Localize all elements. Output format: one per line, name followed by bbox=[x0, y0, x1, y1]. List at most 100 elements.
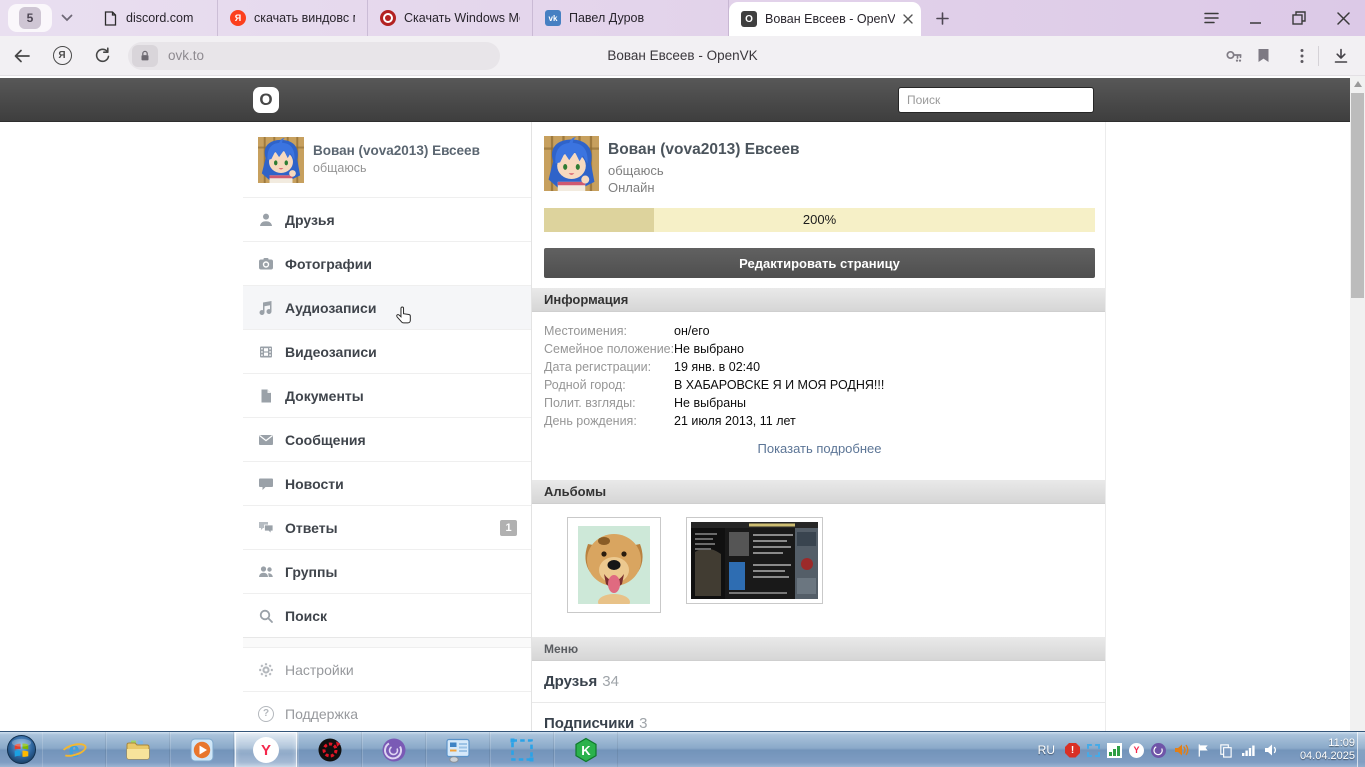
bittorrent-tray-icon[interactable] bbox=[1151, 743, 1166, 758]
new-tab-button[interactable] bbox=[927, 3, 957, 33]
kaspersky-icon: K bbox=[573, 737, 599, 763]
close-tab-icon[interactable] bbox=[903, 14, 913, 24]
yandex-icon: Я bbox=[230, 10, 246, 26]
minimize-button[interactable] bbox=[1233, 0, 1277, 36]
tab-discord[interactable]: discord.com bbox=[90, 0, 218, 36]
tab-openvk-active[interactable]: O Вован Евсеев - OpenVK bbox=[729, 2, 921, 36]
taskbar-internet-explorer[interactable]: e bbox=[42, 732, 106, 767]
sidebar-item-photos[interactable]: Фотографии bbox=[243, 241, 531, 285]
browser-address-bar: Я ovk.to Вован Евсеев - OpenVK bbox=[0, 36, 1365, 76]
taskbar-display-settings[interactable] bbox=[426, 732, 490, 767]
media-player-icon bbox=[189, 737, 215, 763]
tab-title: Вован Евсеев - OpenVK bbox=[765, 12, 895, 26]
sidebar-item-support[interactable]: ? Поддержка bbox=[243, 691, 531, 731]
sidebar-profile[interactable]: Вован (vova2013) Евсеев общаюсь bbox=[243, 122, 531, 197]
profile-avatar[interactable] bbox=[544, 136, 599, 191]
sidebar-item-answers[interactable]: Ответы 1 bbox=[243, 505, 531, 549]
movie-site-icon bbox=[380, 10, 396, 26]
refresh-button[interactable] bbox=[84, 38, 120, 74]
sidebar-item-search[interactable]: Поиск bbox=[243, 593, 531, 637]
restore-button[interactable] bbox=[1277, 0, 1321, 36]
document-icon bbox=[258, 388, 274, 404]
password-manager-icon[interactable] bbox=[1225, 48, 1243, 64]
taskbar-kaspersky[interactable]: K bbox=[554, 732, 618, 767]
tab-title: скачать виндовс муви ме bbox=[254, 11, 355, 25]
chevron-down-icon[interactable] bbox=[54, 4, 80, 32]
camera-icon bbox=[258, 256, 274, 272]
action-center-flag-icon[interactable] bbox=[1196, 743, 1211, 758]
downloads-icon[interactable] bbox=[1333, 48, 1349, 64]
tab-title: Скачать Windows Movie M bbox=[404, 11, 520, 25]
tab-title: Павел Дуров bbox=[569, 11, 644, 25]
scroll-up-arrow[interactable] bbox=[1350, 76, 1365, 92]
bookmark-icon[interactable] bbox=[1257, 48, 1270, 63]
search-icon bbox=[258, 608, 274, 624]
sidebar-item-messages[interactable]: Сообщения bbox=[243, 417, 531, 461]
red-gear-icon bbox=[317, 737, 343, 763]
scrollbar-thumb[interactable] bbox=[1351, 93, 1364, 298]
taskbar-media-player[interactable] bbox=[170, 732, 234, 767]
url-field[interactable]: ovk.to bbox=[128, 42, 500, 70]
openvk-logo[interactable]: O bbox=[253, 87, 279, 113]
friends-row[interactable]: Друзья34 bbox=[532, 661, 1106, 703]
avatar[interactable] bbox=[258, 137, 304, 183]
sidebar-item-news[interactable]: Новости bbox=[243, 461, 531, 505]
sidebar-item-settings[interactable]: Настройки bbox=[243, 647, 531, 691]
language-indicator[interactable]: RU bbox=[1038, 743, 1055, 757]
more-options-icon[interactable] bbox=[1300, 48, 1304, 64]
followers-link: Подписчики bbox=[544, 715, 634, 731]
sidebar-item-friends[interactable]: Друзья bbox=[243, 197, 531, 241]
film-icon bbox=[258, 344, 274, 360]
yandex-tray-icon[interactable]: Y bbox=[1129, 743, 1144, 758]
profile-name: Вован (vova2013) Евсеев bbox=[608, 141, 800, 159]
person-icon bbox=[258, 212, 274, 228]
people-icon bbox=[258, 564, 274, 580]
taskbar-bittorrent[interactable] bbox=[362, 732, 426, 767]
sidebar-item-videos[interactable]: Видеозаписи bbox=[243, 329, 531, 373]
edit-page-button[interactable]: Редактировать страницу bbox=[544, 248, 1095, 278]
taskbar-clock[interactable]: 11:09 04.04.2025 bbox=[1289, 737, 1355, 763]
page-scrollbar[interactable] bbox=[1350, 76, 1365, 731]
browser-menu-icon[interactable] bbox=[1189, 0, 1233, 36]
yandex-home-button[interactable]: Я bbox=[44, 38, 80, 74]
show-desktop-button[interactable] bbox=[1357, 732, 1365, 767]
openvk-header: O bbox=[0, 78, 1350, 122]
taskbar-file-explorer[interactable] bbox=[106, 732, 170, 767]
tab-movie-maker[interactable]: Скачать Windows Movie M bbox=[368, 0, 533, 36]
lock-icon bbox=[132, 45, 158, 67]
volume-mixer-icon[interactable] bbox=[1173, 742, 1189, 758]
tab-yandex-search[interactable]: Я скачать виндовс муви ме bbox=[218, 0, 368, 36]
clipboard-icon[interactable] bbox=[1218, 743, 1233, 758]
usage-chart-icon[interactable] bbox=[1107, 743, 1122, 758]
time: 11:09 bbox=[1328, 737, 1355, 749]
browser-tab-bar: 5 discord.com Я скачать виндовс муви ме … bbox=[0, 0, 1365, 36]
sidebar-profile-name[interactable]: Вован (vova2013) Евсеев bbox=[313, 143, 480, 158]
album-thumbnail-screenshot[interactable] bbox=[686, 517, 823, 604]
search-input[interactable] bbox=[898, 87, 1094, 113]
openvk-page: O bbox=[0, 76, 1365, 731]
album-thumbnail-dog[interactable] bbox=[567, 517, 661, 613]
rating-value: 200% bbox=[544, 208, 1095, 232]
snip-tray-icon[interactable] bbox=[1087, 744, 1100, 757]
taskbar-yandex-browser[interactable]: Y bbox=[234, 732, 298, 767]
date: 04.04.2025 bbox=[1300, 750, 1355, 762]
openvk-icon: O bbox=[741, 11, 757, 27]
taskbar-snipping-tool[interactable] bbox=[490, 732, 554, 767]
sidebar-item-audios[interactable]: Аудиозаписи bbox=[243, 285, 531, 329]
sidebar-item-documents[interactable]: Документы bbox=[243, 373, 531, 417]
network-signal-icon[interactable] bbox=[1240, 742, 1256, 758]
back-button[interactable] bbox=[4, 38, 40, 74]
taskbar-driver-tool[interactable] bbox=[298, 732, 362, 767]
close-window-button[interactable] bbox=[1321, 0, 1365, 36]
capture-region-icon bbox=[509, 737, 535, 763]
tab-vk[interactable]: vk Павел Дуров bbox=[533, 0, 729, 36]
speaker-icon[interactable] bbox=[1263, 742, 1279, 758]
start-button[interactable] bbox=[6, 734, 37, 765]
security-alert-icon[interactable]: ! bbox=[1065, 743, 1080, 758]
show-more-link[interactable]: Показать подробнее bbox=[532, 441, 1106, 456]
sidebar-profile-status: общаюсь bbox=[313, 161, 367, 175]
profile-main: Вован (vova2013) Евсеев общаюсь Онлайн 2… bbox=[531, 122, 1106, 731]
sidebar-item-groups[interactable]: Группы bbox=[243, 549, 531, 593]
followers-row[interactable]: Подписчики3 bbox=[532, 703, 1106, 731]
tab-counter-button[interactable]: 5 bbox=[8, 4, 52, 32]
